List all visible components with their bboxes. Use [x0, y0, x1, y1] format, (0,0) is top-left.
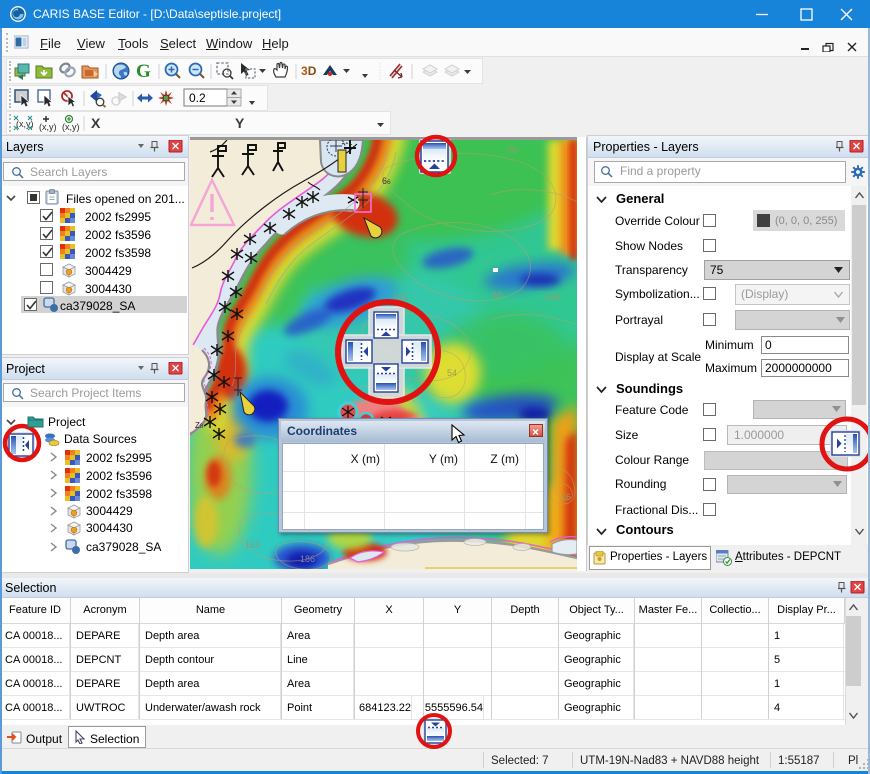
svg-text:92: 92	[492, 290, 502, 300]
svg-text:(x,y): (x,y)	[62, 122, 80, 132]
svg-text:(x,y): (x,y)	[39, 122, 57, 132]
svg-text:G: G	[136, 61, 151, 82]
svg-text:96: 96	[508, 145, 518, 155]
svg-text:X: X	[91, 115, 101, 131]
svg-text:Y: Y	[235, 115, 245, 131]
svg-text:3D: 3D	[301, 64, 317, 78]
svg-text:106: 106	[545, 292, 560, 302]
svg-text:153: 153	[245, 540, 260, 550]
svg-text:26: 26	[561, 492, 571, 502]
svg-text:186: 186	[300, 554, 315, 564]
svg-text:0.2: 0.2	[189, 91, 206, 105]
